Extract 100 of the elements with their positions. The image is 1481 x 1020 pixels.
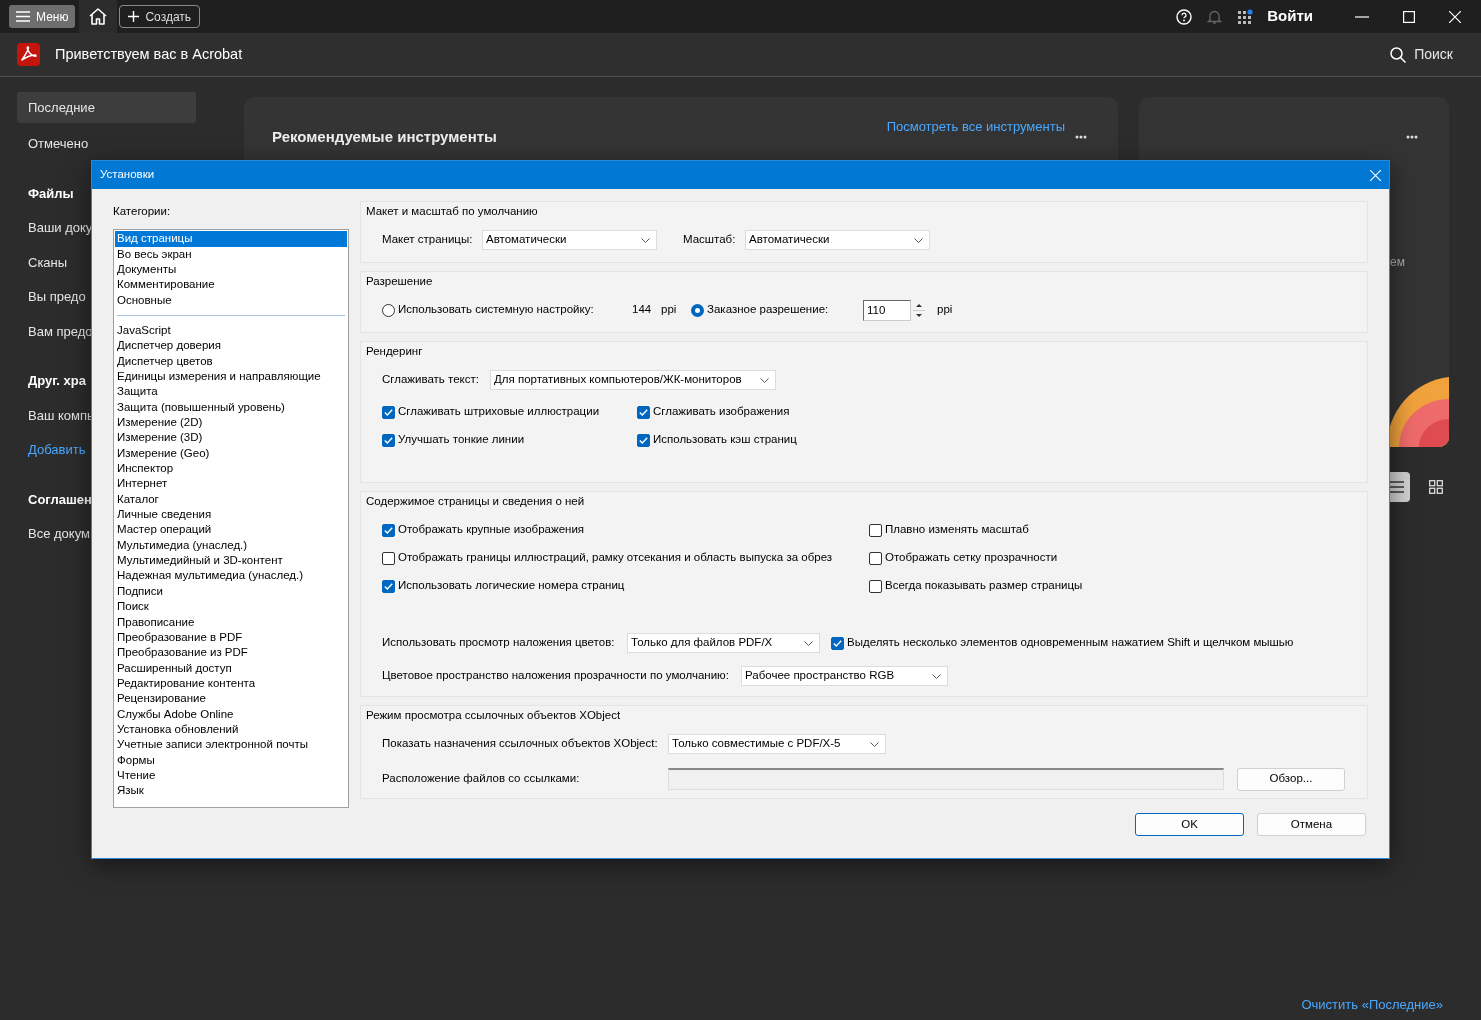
sidebar-item[interactable]: Вы предо [17, 279, 88, 314]
category-item[interactable]: Измерение (3D) [115, 430, 347, 446]
category-item[interactable]: Защита (повышенный уровень) [115, 399, 347, 416]
sidebar-item[interactable]: Все докум [17, 516, 92, 551]
sidebar-item[interactable]: Сканы [17, 245, 70, 280]
field-label: Расположение файлов со ссылками: [382, 771, 581, 787]
more-icon[interactable] [1075, 135, 1087, 139]
category-item[interactable]: Надежная мультимедиа (унаслед.) [115, 568, 347, 584]
group-title: Режим просмотра ссылочных объектов XObject [365, 708, 622, 723]
field-label: Масштаб: [683, 232, 737, 248]
category-item[interactable]: Комментирование [115, 277, 347, 293]
category-item[interactable]: Чтение [115, 767, 347, 784]
dropdown[interactable]: Для портативных компьютеров/ЖК-мониторов [490, 370, 776, 390]
checkbox-label: Всегда показывать размер страницы [885, 578, 1083, 594]
search-button[interactable]: Поиск [1390, 44, 1453, 65]
category-item[interactable]: Диспетчер доверия [115, 338, 347, 354]
category-item[interactable]: Формы [115, 752, 347, 768]
category-item[interactable]: Рецензирование [115, 691, 347, 707]
browse-button[interactable]: Обзор... [1237, 767, 1345, 791]
checkbox-label: Сглаживать изображения [653, 404, 790, 420]
category-item[interactable]: Язык [115, 783, 347, 799]
home-tab[interactable] [79, 0, 118, 33]
number-field[interactable]: 110 [863, 299, 911, 321]
checkbox[interactable] [382, 405, 395, 419]
checkbox-label: Отображать сетку прозрачности [885, 550, 1058, 566]
category-item[interactable]: Преобразование из PDF [115, 645, 347, 661]
category-item[interactable]: Основные [115, 292, 347, 308]
chevron-icon [641, 237, 650, 243]
menu-button[interactable]: Меню [9, 5, 76, 28]
checkbox[interactable] [869, 551, 882, 565]
category-item[interactable]: Мультимедийный и 3D-контент [115, 553, 347, 569]
category-item[interactable]: Диспетчер цветов [115, 353, 347, 369]
dialog-button[interactable]: Отмена [1257, 813, 1366, 836]
radio-button[interactable] [382, 303, 395, 317]
category-item[interactable]: JavaScript [115, 322, 347, 339]
sidebar-item[interactable]: Отмечено [17, 126, 91, 161]
maximize-icon[interactable] [1403, 10, 1415, 23]
dropdown[interactable]: Рабочее пространство RGB [741, 666, 948, 686]
category-item[interactable]: Расширенный доступ [115, 660, 347, 676]
category-item[interactable]: Вид страницы [115, 231, 347, 247]
field-label: ppi [661, 302, 678, 318]
checkbox-label: Отображать границы иллюстраций, рамку отсекания и область выпуска за обрез [398, 550, 833, 566]
minimize-icon[interactable] [1355, 15, 1369, 18]
path-field[interactable] [668, 768, 1224, 790]
checkbox[interactable] [382, 551, 395, 565]
dropdown[interactable]: Автоматически [482, 230, 657, 250]
sidebar-heading: Друг. хра [27, 372, 87, 390]
menu-icon [16, 11, 30, 22]
checkbox[interactable] [637, 433, 650, 447]
checkbox[interactable] [382, 523, 395, 537]
category-item[interactable]: Защита [115, 384, 347, 400]
category-item[interactable]: Каталог [115, 491, 347, 508]
sidebar-heading: Соглашен [27, 490, 93, 509]
more-icon[interactable] [1406, 135, 1418, 139]
header-title: Приветствуем вас в Acrobat [55, 44, 243, 64]
create-button[interactable]: Создать [119, 5, 201, 28]
category-item[interactable]: Измерение (Geo) [115, 445, 347, 462]
bell-icon[interactable] [1207, 8, 1223, 25]
sidebar-item[interactable]: Вам предо [17, 314, 95, 349]
clear-recent-link[interactable]: Очистить «Последние» [1301, 994, 1443, 1014]
category-item[interactable]: Личные сведения [115, 507, 347, 523]
sign-in-button[interactable]: Войти [1267, 5, 1313, 28]
category-item[interactable]: Подписи [115, 583, 347, 600]
category-item[interactable]: Измерение (2D) [115, 415, 347, 431]
category-item[interactable]: Установка обновлений [115, 721, 347, 738]
category-item[interactable]: Документы [115, 261, 347, 278]
dropdown[interactable]: Автоматически [745, 230, 930, 250]
checkbox[interactable] [382, 433, 395, 447]
category-item[interactable]: Службы Adobe Online [115, 706, 347, 722]
sidebar-item[interactable]: Последние [17, 92, 196, 123]
dropdown[interactable]: Только совместимые с PDF/X-5 [668, 734, 886, 754]
chevron-icon [760, 377, 769, 383]
checkbox-label: Использовать логические номера страниц [398, 578, 625, 594]
radio-button[interactable] [691, 303, 704, 317]
category-item[interactable]: Учетные записи электронной почты [115, 737, 347, 753]
category-item[interactable]: Поиск [115, 599, 347, 615]
category-item[interactable]: Интернет [115, 476, 347, 492]
apps-grid-icon[interactable] [1237, 8, 1254, 25]
category-item[interactable]: Редактирование контента [115, 675, 347, 692]
category-item[interactable]: Инспектор [115, 461, 347, 477]
view-all-tools-link[interactable]: Посмотреть все инструменты [886, 117, 1065, 137]
dropdown[interactable]: Только для файлов PDF/X [627, 633, 820, 653]
checkbox[interactable] [831, 636, 844, 650]
category-item[interactable]: Мультимедиа (унаслед.) [115, 537, 347, 554]
category-item[interactable]: Мастер операций [115, 522, 347, 538]
sidebar-link[interactable]: Добавить [17, 432, 88, 467]
category-item[interactable]: Во весь экран [115, 246, 347, 262]
checkbox[interactable] [637, 405, 650, 419]
close-icon[interactable] [1449, 10, 1461, 23]
category-item[interactable]: Преобразование в PDF [115, 629, 347, 646]
category-item[interactable]: Правописание [115, 614, 347, 630]
help-icon[interactable] [1176, 8, 1193, 25]
checkbox[interactable] [869, 579, 882, 593]
chevron-icon [932, 673, 941, 679]
checkbox[interactable] [869, 523, 882, 537]
category-item[interactable]: Единицы измерения и направляющие [115, 369, 347, 385]
sidebar-item[interactable]: Ваши доку [17, 210, 95, 245]
dialog-button[interactable]: OK [1135, 813, 1244, 836]
checkbox[interactable] [382, 579, 395, 593]
radio-label: Заказное разрешение: [707, 302, 829, 318]
